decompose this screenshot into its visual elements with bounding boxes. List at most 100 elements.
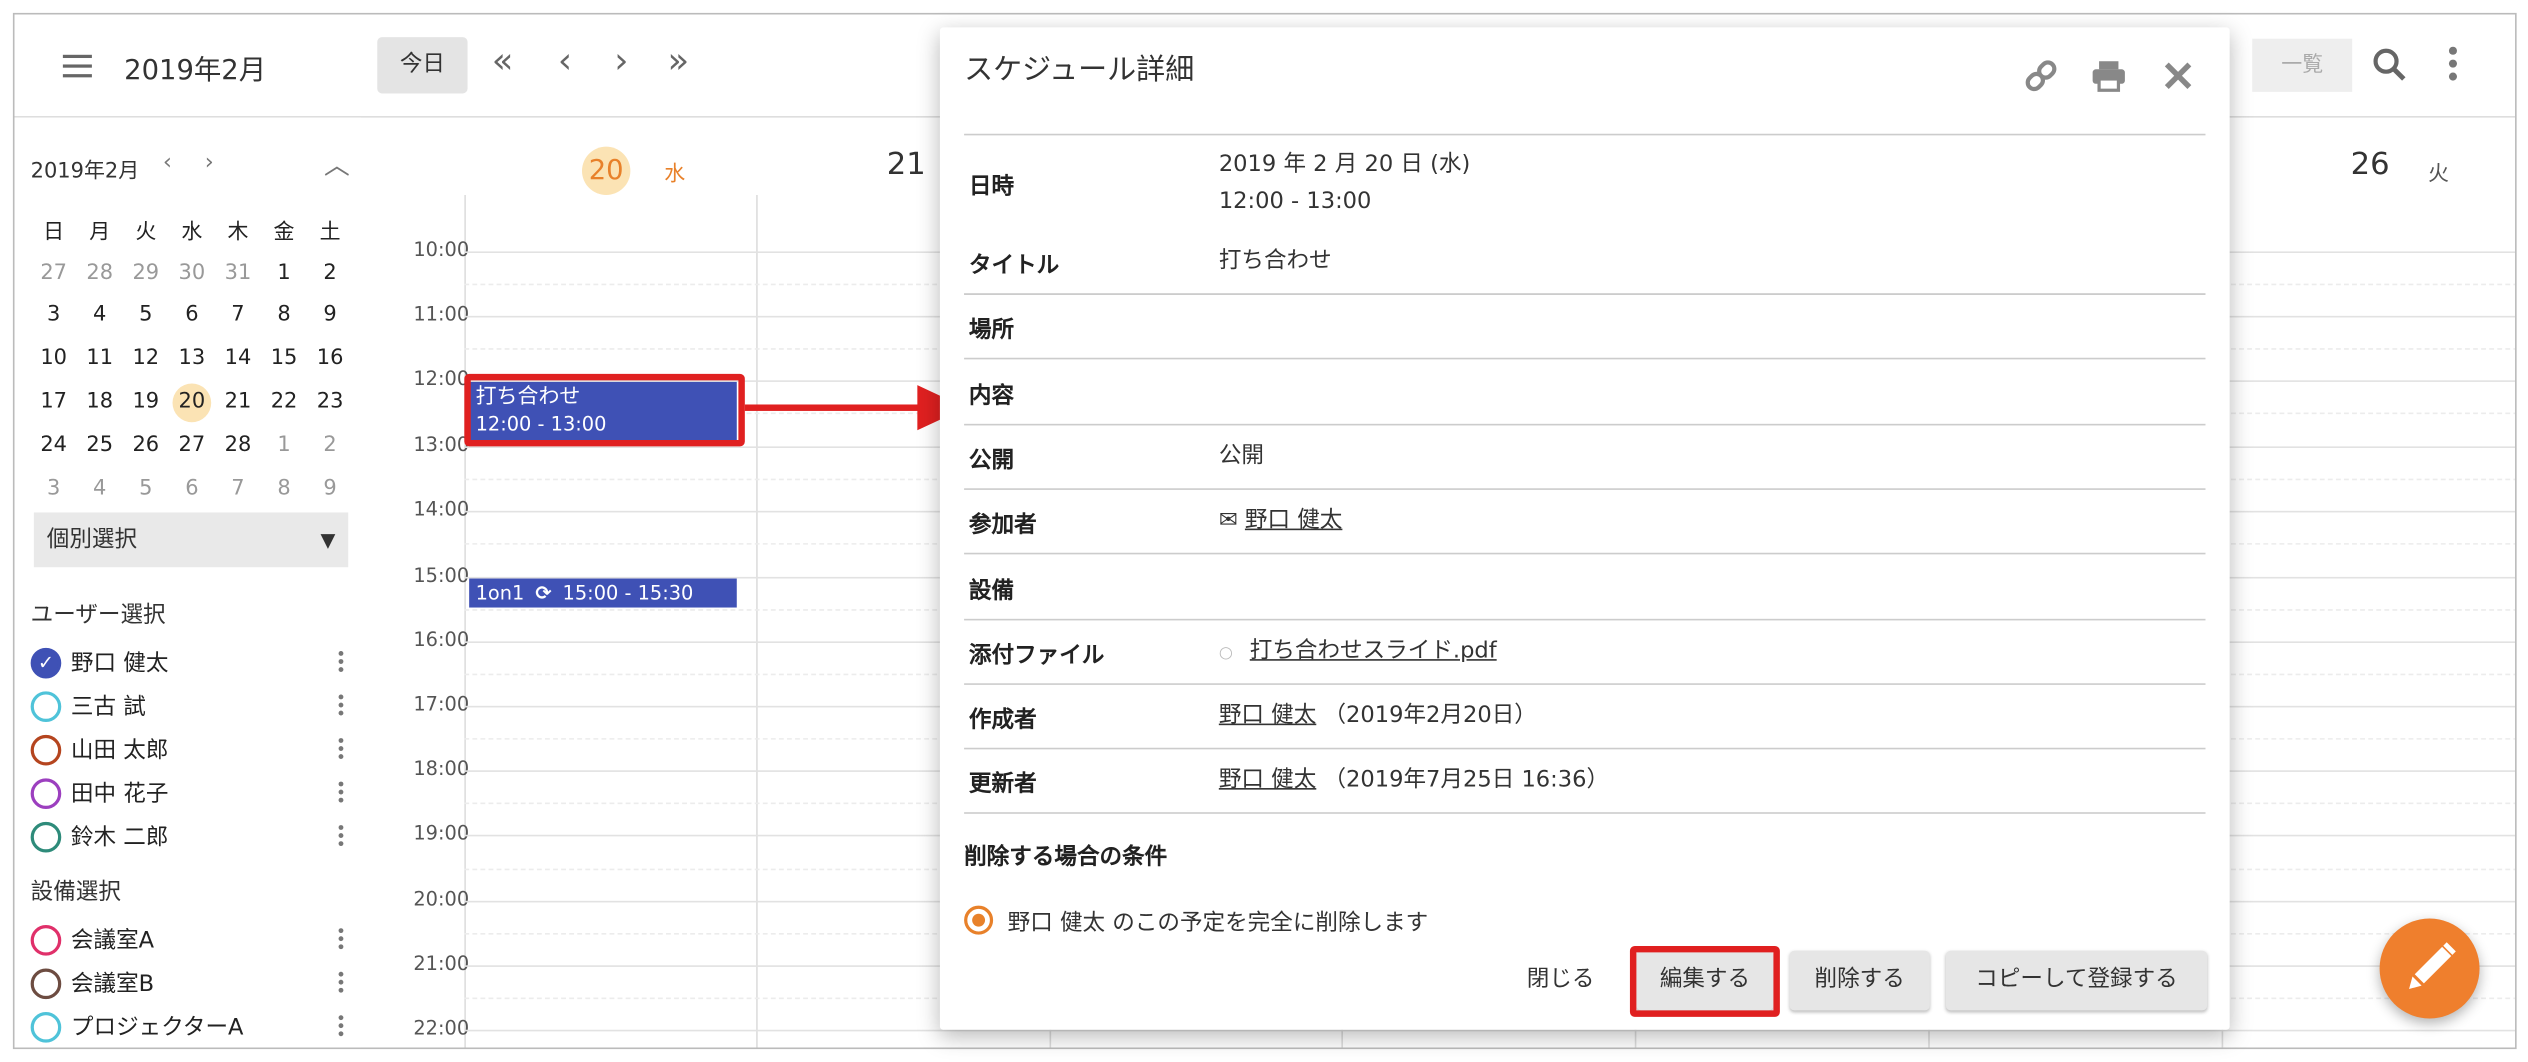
more-vert-icon[interactable]	[335, 927, 345, 951]
more-vert-icon[interactable]	[335, 824, 345, 848]
chevron-left-icon[interactable]: ‹	[558, 43, 572, 83]
mini-day[interactable]: 1	[261, 433, 307, 457]
day-header-number[interactable]: 26	[2351, 147, 2390, 182]
unchecked-circle-icon[interactable]	[30, 734, 62, 765]
close-button[interactable]: 閉じる	[1504, 951, 1617, 1011]
mini-day[interactable]: 7	[215, 304, 261, 328]
mini-day[interactable]: 8	[261, 304, 307, 328]
mini-day[interactable]: 26	[123, 433, 169, 457]
event-1on1[interactable]: 1on1 ⟳ 15:00 - 15:30	[469, 578, 737, 608]
more-vert-icon[interactable]	[335, 970, 345, 995]
facility-item[interactable]: 会議室B	[30, 964, 345, 1003]
close-icon[interactable]	[2159, 56, 2198, 95]
more-vert-icon[interactable]	[335, 1014, 345, 1038]
mini-day-today[interactable]: 20	[172, 382, 212, 422]
mini-day[interactable]: 4	[77, 476, 123, 500]
mini-day[interactable]: 6	[169, 476, 215, 500]
mini-day[interactable]: 27	[31, 261, 77, 285]
attachment-link[interactable]: 打ち合わせスライド.pdf	[1250, 638, 1497, 664]
hamburger-menu-icon[interactable]	[62, 54, 92, 78]
more-vert-icon[interactable]	[2446, 46, 2459, 86]
mini-day[interactable]: 16	[307, 347, 353, 371]
mini-day[interactable]: 13	[169, 347, 215, 371]
more-vert-icon[interactable]	[335, 693, 345, 718]
delete-button[interactable]: 削除する	[1789, 950, 1930, 1011]
mini-day[interactable]: 12	[123, 347, 169, 371]
creator-link[interactable]: 野口 健太	[1219, 703, 1316, 729]
user-item[interactable]: 鈴木 二郎	[30, 817, 345, 856]
mini-day[interactable]: 2	[307, 261, 353, 285]
more-vert-icon[interactable]	[335, 737, 345, 761]
unchecked-circle-icon[interactable]	[30, 924, 62, 955]
mini-day[interactable]: 24	[31, 433, 77, 457]
user-item[interactable]: 田中 花子	[30, 774, 345, 813]
double-chevron-right-icon[interactable]: »	[667, 43, 689, 83]
mini-day[interactable]: 3	[31, 476, 77, 500]
mini-day[interactable]: 3	[31, 304, 77, 328]
mini-day[interactable]: 29	[123, 261, 169, 285]
mini-day[interactable]: 30	[169, 261, 215, 285]
unchecked-circle-icon[interactable]	[30, 821, 62, 852]
unchecked-circle-icon[interactable]	[30, 967, 62, 999]
more-vert-icon[interactable]	[335, 780, 345, 805]
copy-register-button[interactable]: コピーして登録する	[1945, 950, 2208, 1011]
unchecked-circle-icon[interactable]	[30, 690, 62, 722]
more-vert-icon[interactable]	[335, 650, 345, 674]
day-header-today-number[interactable]: 20	[582, 146, 631, 195]
participant[interactable]: ✉ 野口 健太	[1219, 503, 1343, 540]
today-button[interactable]: 今日	[377, 37, 468, 94]
user-item[interactable]: 山田 太郎	[30, 730, 345, 769]
user-item[interactable]: ✓ 野口 健太	[30, 643, 345, 682]
mini-day[interactable]: 9	[307, 476, 353, 500]
facility-item[interactable]: 会議室A	[30, 920, 345, 959]
delete-option-radio[interactable]	[964, 905, 994, 935]
collapse-chevron-up-icon[interactable]: ︿	[324, 143, 350, 182]
mini-day[interactable]: 31	[215, 261, 261, 285]
day-header-number[interactable]: 21	[887, 147, 926, 182]
facility-item[interactable]: プロジェクターA	[30, 1007, 345, 1046]
mini-day[interactable]: 28	[77, 261, 123, 285]
detail-row-content: 内容	[964, 359, 2206, 426]
mini-day[interactable]: 2	[307, 433, 353, 457]
double-chevron-left-icon[interactable]: «	[492, 43, 514, 83]
mini-day[interactable]: 9	[307, 304, 353, 328]
mini-day[interactable]: 23	[307, 390, 353, 414]
delete-option-label[interactable]: 野口 健太 のこの予定を完全に削除します	[1008, 906, 1429, 938]
mini-day[interactable]: 5	[123, 476, 169, 500]
mini-day[interactable]: 5	[123, 304, 169, 328]
updater-link[interactable]: 野口 健太	[1219, 767, 1316, 793]
list-view-button[interactable]: 一覧	[2252, 38, 2353, 92]
mini-day[interactable]: 15	[261, 347, 307, 371]
mini-day[interactable]: 22	[261, 390, 307, 414]
mini-day[interactable]: 6	[169, 304, 215, 328]
unchecked-circle-icon[interactable]	[30, 777, 62, 809]
print-icon[interactable]	[2089, 56, 2128, 95]
participant-name-link[interactable]: 野口 健太	[1245, 508, 1342, 534]
chevron-right-icon[interactable]: ›	[614, 43, 628, 83]
search-icon[interactable]	[2372, 47, 2407, 82]
user-item[interactable]: 三古 試	[30, 686, 345, 725]
unchecked-circle-icon[interactable]	[30, 1011, 62, 1042]
mini-day[interactable]: 7	[215, 476, 261, 500]
detail-date: 2019 年 2 月 20 日 (水)	[1218, 151, 1471, 178]
link-icon[interactable]	[2022, 56, 2061, 95]
mini-day[interactable]: 25	[77, 433, 123, 457]
create-event-button[interactable]	[2379, 918, 2480, 1019]
mini-day[interactable]: 1	[261, 261, 307, 285]
mini-day[interactable]: 18	[77, 390, 123, 414]
mini-day[interactable]: 28	[215, 433, 261, 457]
mini-day[interactable]: 21	[215, 390, 261, 414]
selection-mode-select[interactable]: 個別選択 ▼	[33, 512, 349, 568]
check-icon[interactable]: ✓	[30, 647, 62, 678]
mini-prev-month-icon[interactable]: ‹	[163, 150, 172, 176]
mini-day[interactable]: 10	[31, 347, 77, 371]
mini-day[interactable]: 8	[261, 476, 307, 500]
attachment[interactable]: ○ 打ち合わせスライド.pdf	[1219, 633, 1497, 672]
mini-day[interactable]: 4	[77, 304, 123, 328]
mini-day[interactable]: 11	[77, 347, 123, 371]
mini-next-month-icon[interactable]: ›	[205, 150, 214, 176]
mini-day[interactable]: 17	[31, 390, 77, 414]
mini-day[interactable]: 19	[123, 390, 169, 414]
mini-day[interactable]: 27	[169, 433, 215, 457]
mini-day[interactable]: 14	[215, 347, 261, 371]
